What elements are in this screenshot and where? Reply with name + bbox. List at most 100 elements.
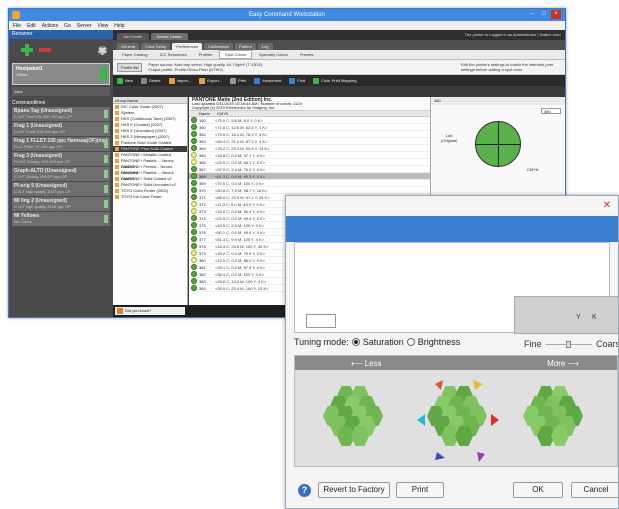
- toolbar-export--button[interactable]: Export...: [199, 77, 223, 84]
- dialog-close-icon[interactable]: ✕: [600, 200, 614, 212]
- table-row[interactable]: 365 <16.8 C, 0.0 M, 47.1 Y, 0 K>: [189, 152, 430, 159]
- toolbar-instrument-button[interactable]: Instrument: [254, 77, 281, 84]
- close-icon[interactable]: ×: [551, 10, 561, 19]
- less-label[interactable]: ⟵ Less: [351, 359, 382, 368]
- did-you-know[interactable]: Did you know?: [115, 307, 185, 315]
- commandline-toggle[interactable]: [104, 185, 108, 193]
- color-dot: [191, 194, 197, 200]
- fine-coarse-slider[interactable]: [546, 341, 592, 348]
- commandline-toggle[interactable]: [104, 110, 108, 118]
- tab-specialty-colors[interactable]: Specialty Colors: [254, 51, 293, 58]
- commandline-toggle[interactable]: [104, 170, 108, 178]
- maximize-icon[interactable]: □: [539, 10, 549, 19]
- commandline-item[interactable]: Frag 1 (Unassigned) C:\1/T Fooft 100-100 …: [12, 122, 110, 136]
- minimize-icon[interactable]: –: [527, 10, 537, 19]
- brightness-radio[interactable]: [406, 338, 415, 346]
- commandline-toggle[interactable]: [104, 155, 108, 163]
- commandline-desc: C:\1/T Quality 300-DP ppc CP: [14, 174, 68, 179]
- tab-spot-colors[interactable]: Spot Colors: [219, 50, 252, 59]
- table-row[interactable]: 363 <69.4 C, 21.0 M, 87.2 Y, 4 K>: [189, 138, 430, 145]
- toolbar-print-button[interactable]: Print: [230, 77, 246, 84]
- toolbar-new-button[interactable]: New: [117, 77, 133, 84]
- color-cmyk: <61.3 C, 0.0 M, 99.3 Y, 0 K>: [215, 173, 266, 179]
- commandline-item[interactable]: Graph-ALTO (Unassigned) C:\1/T Quality 30…: [12, 167, 110, 181]
- toolbar-import--button[interactable]: Import...: [168, 77, 191, 84]
- commandline-item[interactable]: Bpass-Tag (Unassigned) C:\1/T Hexf-Ofs 32…: [12, 107, 110, 121]
- tab-color-setup[interactable]: Color Setup: [141, 43, 171, 50]
- color-dot: [191, 180, 197, 186]
- menu-item-edit[interactable]: Edit: [27, 23, 36, 29]
- table-row[interactable]: 367 <37.9 C, 2.4 M, 76.0 Y, 0 K>: [189, 166, 430, 173]
- tab-job-center[interactable]: Job Center: [117, 33, 149, 40]
- tab-general[interactable]: General: [117, 43, 140, 50]
- commandline-item[interactable]: Frag 1 FLLST-100 ppc Hamsaa(OF)(ing) FLLT…: [12, 137, 110, 151]
- print-button[interactable]: Print: [396, 482, 444, 498]
- menu-item-actions[interactable]: Actions: [42, 23, 58, 29]
- commandline-desc: ink Colors: [14, 219, 32, 224]
- saturation-radio[interactable]: [351, 338, 360, 346]
- commandline-toggle[interactable]: [104, 200, 108, 208]
- menu-item-view[interactable]: View: [98, 23, 109, 29]
- ok-button[interactable]: OK: [513, 482, 563, 498]
- table-row[interactable]: 360 <71.6 C, 12.6 M, 62.6 Y, 1 K>: [189, 124, 430, 131]
- toolbar-delete-button[interactable]: Delete: [141, 77, 161, 84]
- tab-calibrations[interactable]: Calibrations: [203, 43, 234, 50]
- table-row[interactable]: 369 <70.0 C, 0.0 M, 100 Y, 0 K>: [189, 180, 430, 187]
- jobs-label[interactable]: Jobs: [12, 87, 110, 96]
- toolbar-color-print-mapping-button[interactable]: Color Print Mapping: [313, 77, 356, 84]
- table-row[interactable]: 370 <60.8 C, 7.9 M, 98.7 Y, 16 K>: [189, 187, 430, 194]
- color-cmyk: <50.1 C, 0.0 M, 99.5 Y, 0 K>: [215, 229, 266, 235]
- color-list-copyright: Copyright (c) 2019 Electronics for Imagi…: [192, 105, 276, 110]
- add-icon[interactable]: [21, 44, 33, 56]
- tab-profiles[interactable]: Profiles: [194, 51, 217, 58]
- color-cmyk: <22.9 C, 0.0 M, 66.1 Y, 0 K>: [215, 159, 266, 165]
- commandline-item[interactable]: MI Yellows ink Colors: [12, 212, 110, 226]
- commandlines-header: Commandlines: [12, 100, 46, 106]
- menu-item-file[interactable]: File: [13, 23, 21, 29]
- column-name[interactable]: Name: [189, 111, 217, 116]
- commandline-toggle[interactable]: [104, 140, 108, 148]
- commandline-toggle[interactable]: [104, 125, 108, 133]
- app-icon: [12, 11, 20, 19]
- table-row[interactable]: 368 <61.3 C, 0.0 M, 99.3 Y, 0 K>: [189, 173, 430, 180]
- gear-icon[interactable]: [98, 45, 107, 55]
- commandline-item[interactable]: Frag 3 (Unassigned) FLLST Glossy, 100-100…: [12, 152, 110, 166]
- commandline-toggle[interactable]: [104, 215, 108, 223]
- color-name: 383: [199, 278, 206, 284]
- table-row[interactable]: 366 <22.9 C, 0.0 M, 66.1 Y, 0 K>: [189, 159, 430, 166]
- detail-header: 380: [431, 97, 565, 105]
- color-cmyk: <79.5 C, 16.3 M, 76.3 Y, 3 K>: [215, 131, 268, 137]
- toolbar-find-button[interactable]: Find: [289, 77, 305, 84]
- color-select[interactable]: 380: [541, 108, 561, 114]
- color-cmyk: <70.0 C, 0.0 M, 100 Y, 0 K>: [215, 180, 264, 186]
- help-icon[interactable]: ?: [298, 484, 311, 497]
- group-item[interactable]: TOYO Ink Color Finder: [113, 194, 187, 200]
- cancel-button[interactable]: Cancel: [571, 482, 618, 498]
- tab-paper-catalog[interactable]: Paper Catalog: [117, 51, 153, 58]
- device-card[interactable]: Hextpaket1 Offline: [12, 63, 110, 85]
- profile-info: Paper source: Auto tray select, High qua…: [148, 62, 262, 72]
- tab-pattern[interactable]: Pattern: [235, 43, 256, 50]
- commandline-item[interactable]: Pl-orig 5 (Unassigned) C:\1/T high qualit…: [12, 182, 110, 196]
- table-row[interactable]: 362 <79.5 C, 16.3 M, 76.3 Y, 3 K>: [189, 131, 430, 138]
- toolbar-label: Export...: [207, 78, 223, 83]
- tab-device-center[interactable]: Device Center: [150, 33, 188, 40]
- tab-icc-resources[interactable]: ICC Resources: [155, 51, 192, 58]
- menu-item-help[interactable]: Help: [114, 23, 124, 29]
- profile-list-button[interactable]: Profile list: [117, 62, 143, 72]
- menu-item-go[interactable]: Go: [64, 23, 71, 29]
- more-label[interactable]: More ⟶: [547, 359, 579, 368]
- revert-button[interactable]: Revert to Factory: [318, 482, 390, 498]
- table-row[interactable]: 150 <75.0 C, 5.8 M, 8.0 Y, 0 K>: [189, 117, 430, 124]
- table-row[interactable]: 364 <78.2 C, 29.3 M, 90.5 Y, 14 K>: [189, 145, 430, 152]
- slider-knob[interactable]: [566, 341, 571, 348]
- commandline-item[interactable]: MI ling 2 (Unassigned) C:\1/T high qualit…: [12, 197, 110, 211]
- menu-item-server[interactable]: Server: [77, 23, 92, 29]
- column-cmyk[interactable]: CMYK: [217, 111, 229, 116]
- tab-preferences[interactable]: Preferences: [172, 43, 202, 50]
- tab-log[interactable]: Log: [257, 43, 273, 50]
- value-field[interactable]: [306, 314, 336, 328]
- login-status[interactable]: The printer is Logged in as Administrato…: [465, 32, 561, 37]
- remove-icon[interactable]: [39, 48, 51, 52]
- tab-presets[interactable]: Presets: [295, 51, 319, 58]
